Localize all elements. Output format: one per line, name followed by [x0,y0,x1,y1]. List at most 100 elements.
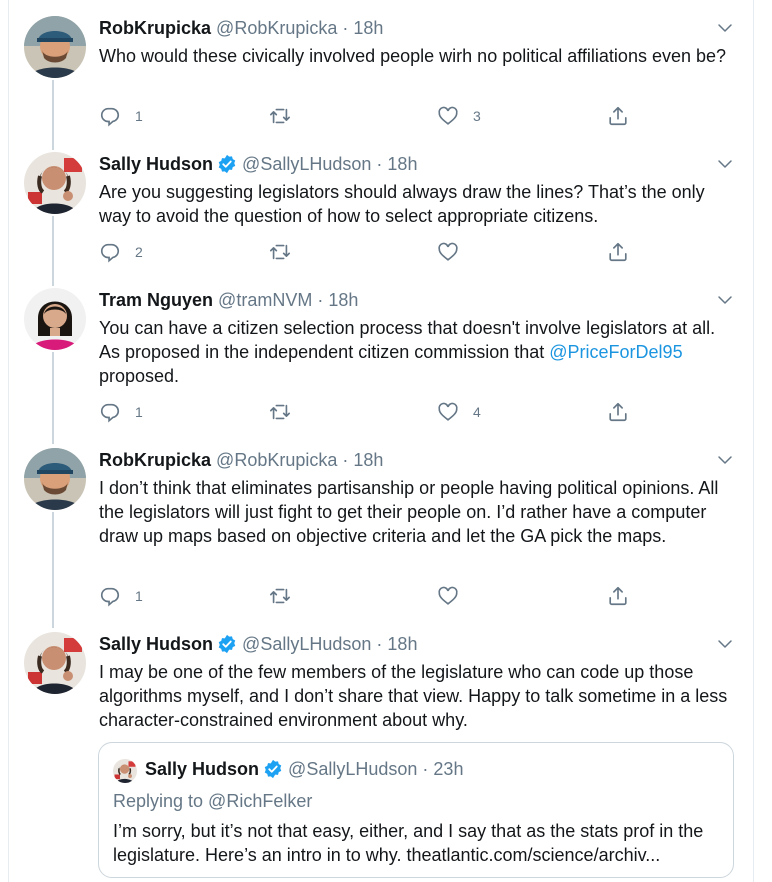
verified-badge-icon [263,759,283,779]
like-count: 3 [473,108,481,124]
share-icon [607,401,629,423]
timestamp[interactable]: 18h [353,18,383,38]
retweet-button[interactable] [269,104,291,128]
timeline-border-right [753,0,754,882]
separator: · [376,634,383,654]
tweet-actions: 1 4 [99,400,639,424]
share-button[interactable] [607,400,629,424]
timestamp[interactable]: 18h [387,634,417,654]
verified-badge-icon [217,634,237,654]
heart-icon [437,401,459,423]
share-icon [607,585,629,607]
like-button[interactable]: 3 [437,104,481,128]
retweet-icon [269,241,291,263]
chevron-down-icon[interactable] [716,155,734,173]
mention-link[interactable]: @PriceForDel95 [549,342,682,362]
thread-connector [52,352,54,444]
tweet-text: Are you suggesting legislators should al… [99,182,705,226]
verified-badge-icon [217,154,237,174]
tweet-text-part: proposed. [99,366,180,386]
author-handle[interactable]: @tramNVM [218,290,312,310]
share-icon [607,241,629,263]
like-button[interactable] [437,584,459,608]
separator: · [342,450,349,470]
share-icon [607,105,629,127]
author-handle[interactable]: @SallyLHudson [242,634,371,654]
retweet-button[interactable] [269,400,291,424]
avatar[interactable] [24,632,86,694]
timestamp[interactable]: 18h [387,154,417,174]
avatar[interactable] [24,288,86,350]
share-button[interactable] [607,240,629,264]
reply-count: 1 [135,108,143,124]
author-name[interactable]: Sally Hudson [99,154,213,174]
reply-icon [99,105,121,127]
avatar[interactable] [24,448,86,510]
avatar[interactable] [24,152,86,214]
reply-icon [99,585,121,607]
author-name[interactable]: RobKrupicka [99,18,211,38]
author-handle[interactable]: @RobKrupicka [216,450,337,470]
heart-icon [437,105,459,127]
tweet-header: RobKrupicka @RobKrupicka · 18h [99,448,383,472]
author-handle[interactable]: @SallyLHudson [242,154,371,174]
timestamp[interactable]: 18h [353,450,383,470]
author-name[interactable]: RobKrupicka [99,450,211,470]
reply-icon [99,241,121,263]
like-button[interactable]: 4 [437,400,481,424]
avatar[interactable] [24,16,86,78]
tweet-actions: 2 [99,240,639,264]
reply-count: 2 [135,244,143,260]
heart-icon [437,241,459,263]
tweet-text: I may be one of the few members of the l… [99,662,728,730]
retweet-icon [269,585,291,607]
reply-button[interactable]: 1 [99,584,143,608]
author-handle[interactable]: @RobKrupicka [216,18,337,38]
author-name[interactable]: Sally Hudson [99,634,213,654]
avatar [113,759,137,783]
timestamp[interactable]: 18h [328,290,358,310]
chevron-down-icon[interactable] [716,19,734,37]
separator: · [317,290,324,310]
tweet-text: You can have a citizen selection process… [99,316,739,388]
author-name[interactable]: Tram Nguyen [99,290,213,310]
timestamp: 23h [433,759,464,779]
tweet-text: Who would these civically involved peopl… [99,46,727,66]
thread-connector [52,216,54,286]
heart-icon [437,585,459,607]
quoted-tweet-header: Sally Hudson @SallyLHudson · 23h [145,757,463,781]
chevron-down-icon[interactable] [716,635,734,653]
reply-count: 1 [135,588,143,604]
tweet-header: Sally Hudson @SallyLHudson · 18h [99,632,417,656]
tweet-header: RobKrupicka @RobKrupicka · 18h [99,16,383,40]
retweet-button[interactable] [269,240,291,264]
reply-icon [99,401,121,423]
replying-to: Replying to @RichFelker [113,791,313,811]
reply-button[interactable]: 1 [99,400,143,424]
retweet-icon [269,105,291,127]
tweet-text: I don’t think that eliminates partisansh… [99,478,719,546]
like-button[interactable] [437,240,459,264]
reply-button[interactable]: 1 [99,104,143,128]
like-count: 4 [473,404,481,420]
separator: · [422,759,429,779]
chevron-down-icon[interactable] [716,291,734,309]
separator: · [376,154,383,174]
share-button[interactable] [607,584,629,608]
chevron-down-icon[interactable] [716,451,734,469]
tweet-header: Sally Hudson @SallyLHudson · 18h [99,152,417,176]
tweet-actions: 1 3 [99,104,639,128]
share-button[interactable] [607,104,629,128]
tweet-actions: 1 [99,584,639,608]
retweet-icon [269,401,291,423]
thread-connector [52,512,54,628]
separator: · [342,18,349,38]
author-name: Sally Hudson [145,759,260,779]
tweet-header: Tram Nguyen @tramNVM · 18h [99,288,358,312]
quoted-tweet[interactable]: Sally Hudson @SallyLHudson · 23h Replyin… [98,742,734,878]
reply-count: 1 [135,404,143,420]
retweet-button[interactable] [269,584,291,608]
reply-button[interactable]: 2 [99,240,143,264]
quoted-tweet-text: I’m sorry, but it’s not that easy, eithe… [113,821,704,865]
thread-connector [52,80,54,150]
